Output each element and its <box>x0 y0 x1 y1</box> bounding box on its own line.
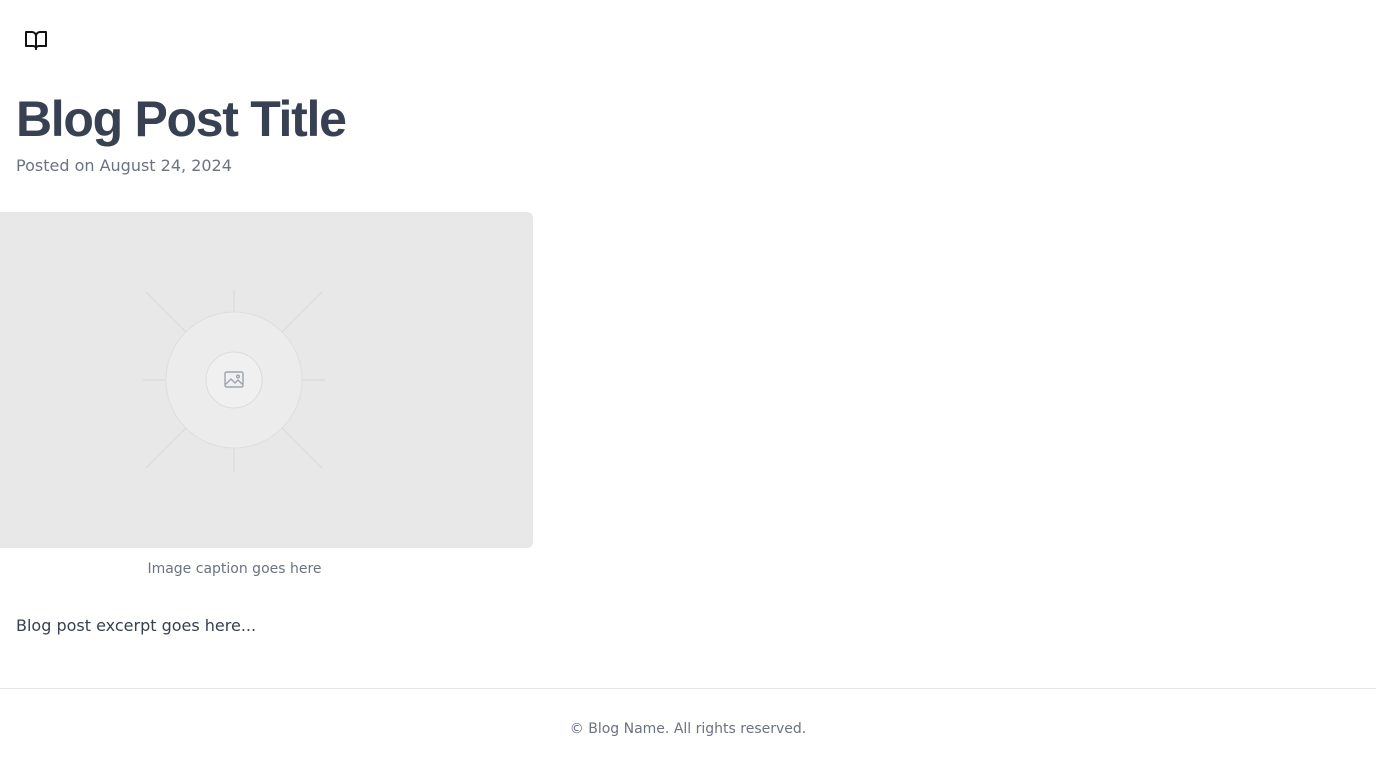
page: Blog Post Title Posted on August 24, 202… <box>0 0 1376 768</box>
image-caption: Image caption goes here <box>147 561 322 577</box>
copyright-text: © Blog Name. All rights reserved. <box>569 721 807 737</box>
book-icon[interactable] <box>24 28 48 52</box>
image-placeholder <box>0 212 533 548</box>
footer: © Blog Name. All rights reserved. <box>0 688 1376 768</box>
image-placeholder-graphic <box>143 290 325 472</box>
post-figure: Image caption goes here <box>0 212 533 577</box>
post-date: Posted on August 24, 2024 <box>16 156 232 175</box>
post-title: Blog Post Title <box>16 91 347 147</box>
post-excerpt: Blog post excerpt goes here... <box>16 616 257 635</box>
